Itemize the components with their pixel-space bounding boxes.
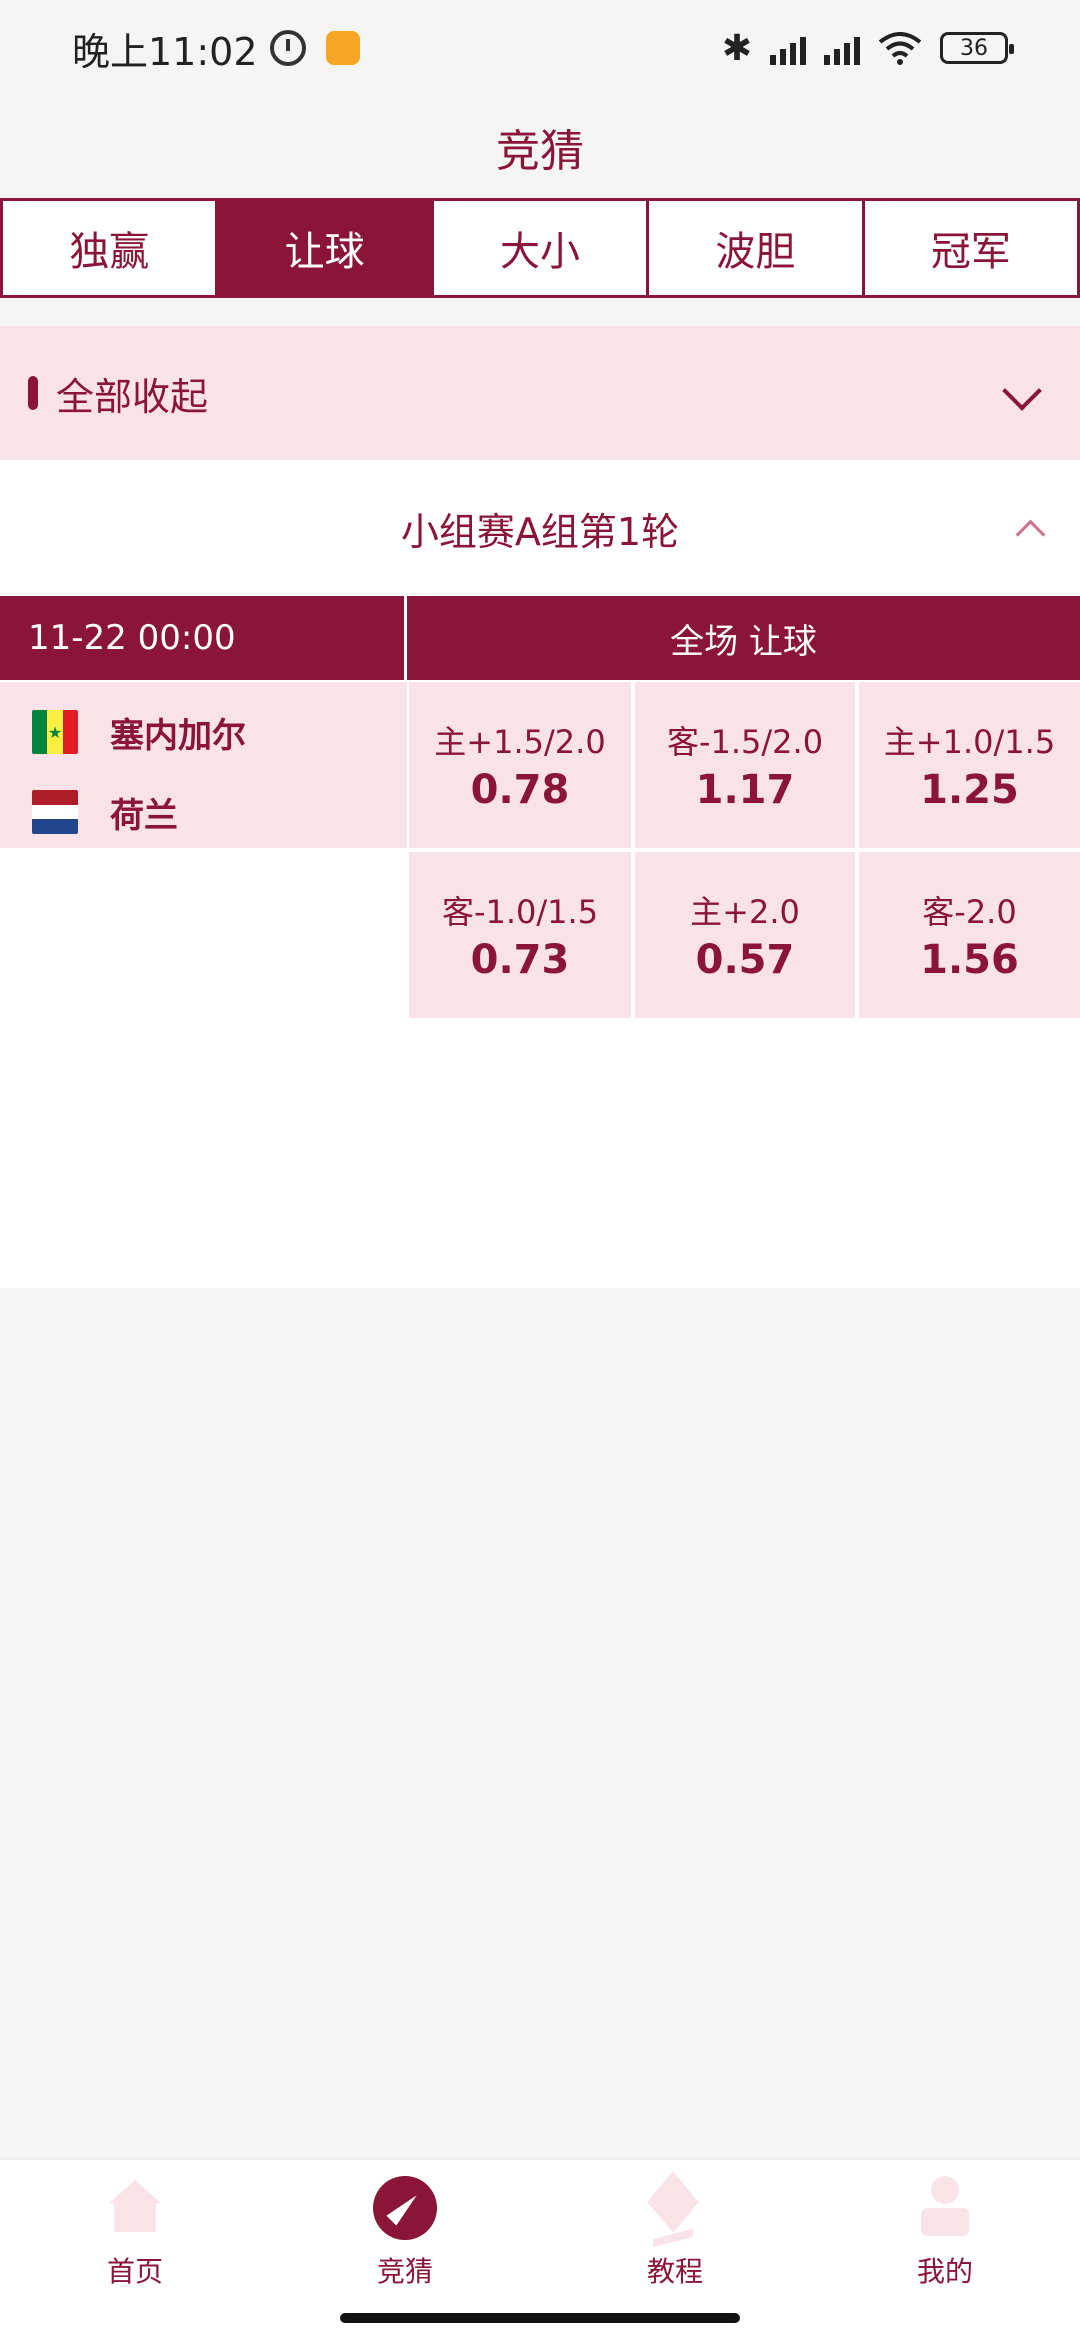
nav-home-label: 首页 [106,2255,163,2288]
odds-value: 1.17 [695,767,795,813]
odds-value: 1.25 [920,767,1019,813]
away-team-name: 荷兰 [110,795,178,836]
odds-value: 1.56 [920,937,1019,983]
teams-panel: ★ 塞内加尔 荷兰 [0,682,407,848]
collapse-all-label: 全部收起 [56,374,209,419]
odds-label: 客-1.0/1.5 [441,893,599,931]
tab-over-under[interactable]: 大小 [434,201,650,295]
odds-label: 客-2.0 [922,893,1017,931]
collapse-all-bar[interactable]: 全部收起 [0,326,1080,460]
senegal-flag-icon: ★ [32,710,78,754]
odds-grid: 主+1.5/2.0 0.78 客-1.5/2.0 1.17 主+1.0/1.5 … [409,682,1080,1018]
nav-guess-label: 竞猜 [376,2255,433,2288]
home-team: ★ 塞内加尔 [32,692,407,772]
odds-cell[interactable]: 主+1.5/2.0 0.78 [409,682,635,848]
user-icon [913,2176,977,2240]
odds-value: 0.57 [695,937,795,983]
netherlands-flag-icon [32,790,78,834]
nav-mine[interactable]: 我的 [810,2160,1080,2340]
section-marker [28,376,38,410]
chevron-down-icon[interactable] [1000,373,1040,413]
battery-icon: 36 [940,32,1014,64]
market-name: 全场 让球 [670,621,817,662]
nav-mine-label: 我的 [916,2255,973,2288]
notification-icon [325,31,360,65]
home-indicator[interactable] [340,2313,740,2323]
nav-home[interactable]: 首页 [0,2160,270,2340]
odds-value: 0.78 [470,767,570,813]
alarm-icon [269,30,306,66]
layers-icon [643,2176,707,2240]
odds-cell[interactable]: 主+1.0/1.5 1.25 [859,682,1080,848]
nav-tutorial-label: 教程 [646,2255,703,2288]
tab-win[interactable]: 独赢 [3,201,219,295]
odds-cell[interactable]: 客-1.5/2.0 1.17 [635,682,859,848]
bluetooth-icon: ✱ [721,27,752,69]
tab-correct-score[interactable]: 波胆 [649,201,865,295]
wifi-icon [878,31,922,65]
odds-label: 主+1.0/1.5 [883,723,1056,761]
away-team: 荷兰 [32,772,407,852]
signal-icon [824,31,860,65]
odds-label: 主+1.5/2.0 [434,723,606,761]
match-header: 11-22 00:00 全场 让球 [0,596,1080,680]
status-time-group: 晚上11:02 [72,21,360,76]
odds-label: 客-1.5/2.0 [666,723,824,761]
chevron-up-icon[interactable] [1014,516,1044,546]
signal-icon [770,31,806,65]
tab-handicap[interactable]: 让球 [218,201,434,295]
home-icon [103,2176,167,2240]
bet-type-tabs: 独赢 让球 大小 波胆 冠军 [0,198,1080,298]
page-title: 竞猜 [496,126,584,177]
status-icons: ✱ 36 [721,27,1014,69]
compass-icon [373,2176,437,2240]
odds-cell[interactable]: 客-1.0/1.5 0.73 [409,852,635,1018]
odds-value: 0.73 [470,937,570,983]
match-time: 11-22 00:00 [0,596,407,680]
odds-cell[interactable]: 客-2.0 1.56 [859,852,1080,1018]
home-team-name: 塞内加尔 [110,715,246,756]
odds-cell[interactable]: 主+2.0 0.57 [635,852,859,1018]
status-time: 晚上11:02 [72,29,258,74]
round-header[interactable]: 小组赛A组第1轮 [0,460,1080,596]
match-section: 小组赛A组第1轮 11-22 00:00 全场 让球 ★ 塞内加尔 荷兰 主+1… [0,460,1080,1288]
tab-champion[interactable]: 冠军 [865,201,1077,295]
status-bar: 晚上11:02 ✱ 36 [0,0,1080,96]
odds-label: 主+2.0 [690,893,800,931]
round-title: 小组赛A组第1轮 [400,509,680,554]
